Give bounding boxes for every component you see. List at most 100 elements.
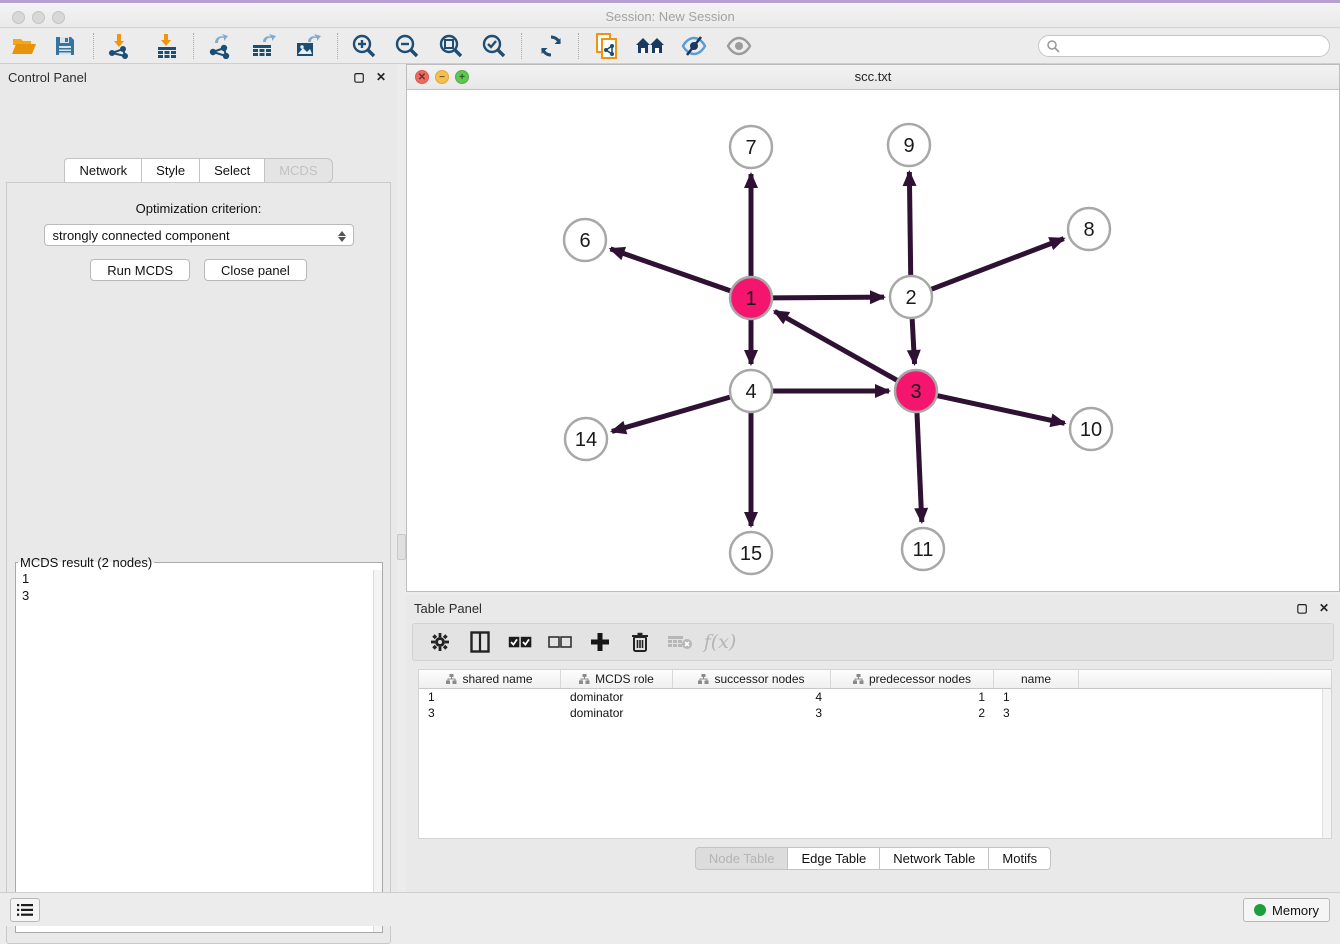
table-row[interactable]: 3dominator323 [419,705,1331,721]
function-builder-icon[interactable]: f(x) [707,629,733,655]
open-file-icon[interactable] [5,30,43,62]
edge-2-8[interactable] [932,239,1064,290]
tab-node-table[interactable]: Node Table [695,847,789,870]
graph-node-6[interactable]: 6 [564,219,606,261]
float-table-panel-icon[interactable]: ▢ [1294,600,1310,616]
edge-3-1[interactable] [775,311,897,380]
tab-motifs[interactable]: Motifs [989,847,1051,870]
zoom-selected-icon[interactable] [475,30,513,62]
graph-node-14[interactable]: 14 [565,418,607,460]
toolbar-separator [93,33,94,59]
delete-table-icon[interactable] [667,629,693,655]
column-header-predecessor-nodes[interactable]: predecessor nodes [831,670,994,688]
control-panel: Control Panel ▢ ✕ Network Style Select M… [0,64,397,892]
result-item[interactable]: 3 [16,587,382,604]
result-scrollbar[interactable] [373,570,382,932]
run-mcds-button[interactable]: Run MCDS [90,259,190,281]
table-cell[interactable]: 1 [994,689,1079,705]
optimization-criterion-value: strongly connected component [53,228,230,243]
column-header-MCDS-role[interactable]: MCDS role [561,670,673,688]
node-label: 3 [910,381,921,403]
edge-1-2[interactable] [773,297,884,298]
close-panel-button[interactable]: Close panel [204,259,307,281]
task-history-button[interactable] [10,898,40,922]
edge-3-11[interactable] [917,413,922,522]
column-header-successor-nodes[interactable]: successor nodes [673,670,831,688]
float-panel-icon[interactable]: ▢ [351,69,367,85]
show-details-icon[interactable] [720,30,758,62]
column-header-shared-name[interactable]: shared name [419,670,561,688]
graph-node-8[interactable]: 8 [1068,208,1110,250]
table-cell[interactable]: 2 [831,705,994,721]
close-panel-icon[interactable]: ✕ [373,69,389,85]
search-input[interactable] [1038,35,1330,57]
export-image-icon[interactable] [289,30,327,62]
edge-2-3[interactable] [912,319,914,364]
table-cell[interactable]: 3 [673,705,831,721]
duplicate-network-icon[interactable] [588,30,626,62]
graph-node-2[interactable]: 2 [890,276,932,318]
column-header-name[interactable]: name [994,670,1079,688]
graph-node-3[interactable]: 3 [895,370,937,412]
hide-details-icon[interactable] [675,30,713,62]
import-network-icon[interactable] [101,30,139,62]
tab-mcds[interactable]: MCDS [265,158,332,183]
deselect-all-icon[interactable] [547,629,573,655]
table-cell[interactable]: 4 [673,689,831,705]
split-panel-icon[interactable] [467,629,493,655]
search-field[interactable] [1060,37,1329,55]
status-bar: Memory [0,892,1340,926]
table-row[interactable]: 1dominator411 [419,689,1331,705]
delete-icon[interactable] [627,629,653,655]
node-table: shared nameMCDS rolesuccessor nodesprede… [418,669,1332,839]
table-cell[interactable]: dominator [561,705,673,721]
graph-node-11[interactable]: 11 [902,528,944,570]
tab-select[interactable]: Select [200,158,265,183]
gear-icon[interactable] [427,629,453,655]
edge-4-14[interactable] [612,397,730,431]
graph-node-1[interactable]: 1 [730,277,772,319]
save-session-icon[interactable] [46,30,84,62]
graph-node-4[interactable]: 4 [730,370,772,412]
close-table-panel-icon[interactable]: ✕ [1316,600,1332,616]
table-cell[interactable]: 3 [994,705,1079,721]
table-panel-header: Table Panel ▢ ✕ [406,595,1340,621]
search-icon [1046,39,1060,53]
zoom-out-icon[interactable] [388,30,426,62]
tab-style[interactable]: Style [142,158,200,183]
tab-network[interactable]: Network [64,158,142,183]
graph-node-15[interactable]: 15 [730,532,772,574]
mcds-result-box: MCDS result (2 nodes) 13 [15,555,383,933]
graph-node-10[interactable]: 10 [1070,408,1112,450]
table-cell[interactable]: 1 [419,689,561,705]
first-neighbors-icon[interactable] [631,30,669,62]
zoom-in-icon[interactable] [345,30,383,62]
graph-node-7[interactable]: 7 [730,126,772,168]
zoom-fit-icon[interactable] [432,30,470,62]
node-label: 10 [1080,419,1102,441]
table-cell[interactable]: 1 [831,689,994,705]
vertical-splitter-handle[interactable] [397,534,406,560]
refresh-icon[interactable] [532,30,570,62]
optimization-criterion-select[interactable]: strongly connected component [44,224,354,246]
edge-3-10[interactable] [937,396,1064,424]
tab-edge-table[interactable]: Edge Table [788,847,880,870]
import-table-icon[interactable] [148,30,186,62]
table-cell[interactable]: 3 [419,705,561,721]
edge-2-9[interactable] [909,172,910,275]
tab-network-table[interactable]: Network Table [880,847,989,870]
mcds-result-list[interactable]: 13 [16,570,382,932]
graph-node-9[interactable]: 9 [888,124,930,166]
hierarchy-icon [579,674,590,684]
result-item[interactable]: 1 [16,570,382,587]
hierarchy-icon [698,674,709,684]
edge-1-6[interactable] [610,249,730,291]
table-cell[interactable]: dominator [561,689,673,705]
memory-button[interactable]: Memory [1243,898,1330,922]
export-table-icon[interactable] [245,30,283,62]
add-column-icon[interactable] [587,629,613,655]
network-canvas[interactable]: 7 9 6 8 1 2 4 3 14 10 15 11 [407,90,1339,591]
export-network-icon[interactable] [201,30,239,62]
table-scrollbar[interactable] [1322,689,1331,838]
select-all-icon[interactable] [507,629,533,655]
